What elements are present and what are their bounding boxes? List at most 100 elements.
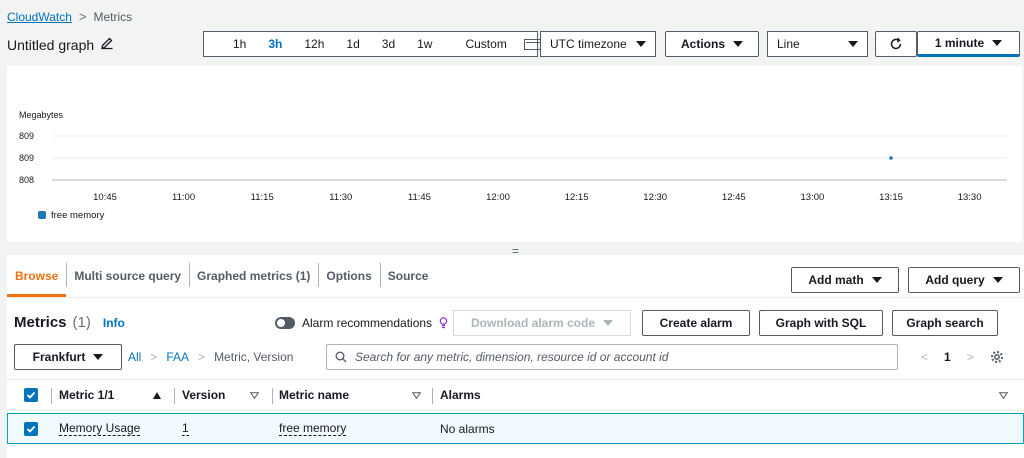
- nav-all-link[interactable]: All: [128, 350, 141, 364]
- table-row[interactable]: Memory Usage 1 free memory No alarms: [7, 413, 1024, 444]
- column-header-metric[interactable]: Metric 1/1: [59, 380, 114, 410]
- metrics-title: Metrics: [14, 314, 67, 331]
- column-divider: [432, 388, 433, 404]
- refresh-icon: [890, 37, 902, 50]
- sort-icon[interactable]: [412, 380, 421, 410]
- x-tick-label: 11:45: [408, 192, 431, 203]
- x-tick-label: 11:15: [251, 192, 274, 203]
- custom-label: Custom: [465, 37, 507, 51]
- tab-list: Browse Multi source query Graphed metric…: [7, 255, 436, 297]
- add-math-button[interactable]: Add math: [791, 267, 899, 293]
- chevron-right-icon[interactable]: >: [967, 350, 974, 364]
- x-tick-label: 12:15: [565, 192, 589, 203]
- time-range-1w[interactable]: 1w: [406, 37, 443, 51]
- download-alarm-code-label: Download alarm code: [470, 316, 596, 330]
- refresh-interval-select[interactable]: 1 minute: [917, 31, 1020, 57]
- add-math-label: Add math: [808, 273, 864, 287]
- column-header-metric-name[interactable]: Metric name: [279, 380, 349, 410]
- refresh-interval-value: 1 minute: [934, 36, 985, 50]
- tab-browse[interactable]: Browse: [7, 255, 67, 297]
- sort-icon[interactable]: [999, 380, 1008, 410]
- alarm-recommendations-label: Alarm recommendations: [302, 316, 433, 330]
- download-alarm-code-button[interactable]: Download alarm code: [453, 310, 631, 336]
- sort-ascending-icon[interactable]: [153, 380, 161, 410]
- create-alarm-button[interactable]: Create alarm: [642, 310, 750, 336]
- graph-search-button[interactable]: Graph search: [892, 310, 998, 336]
- time-range-1d[interactable]: 1d: [335, 37, 370, 51]
- timezone-select[interactable]: UTC timezone: [540, 31, 656, 57]
- time-range-3h[interactable]: 3h: [257, 37, 293, 51]
- alarm-recommendations-toggle[interactable]: Alarm recommendations: [275, 316, 448, 330]
- toggle-switch[interactable]: [275, 317, 295, 329]
- chevron-right-icon: >: [78, 9, 87, 24]
- column-divider: [174, 388, 175, 404]
- info-link[interactable]: Info: [103, 316, 125, 330]
- y-axis-label: Megabytes: [19, 110, 64, 120]
- graph-title-row: Untitled graph: [7, 36, 114, 53]
- add-query-button[interactable]: Add query: [908, 267, 1020, 293]
- x-tick-label: 13:30: [958, 192, 982, 203]
- time-range-12h[interactable]: 12h: [293, 37, 335, 51]
- legend-swatch: [38, 211, 46, 219]
- time-range-3d[interactable]: 3d: [371, 37, 406, 51]
- edit-pencil-icon[interactable]: [100, 36, 114, 53]
- nav-faa-link[interactable]: FAA: [166, 350, 189, 364]
- page-number[interactable]: 1: [944, 350, 951, 364]
- column-header-version[interactable]: Version: [182, 380, 225, 410]
- graph-with-sql-button[interactable]: Graph with SQL: [759, 310, 883, 336]
- actions-button[interactable]: Actions: [665, 31, 759, 57]
- caret-down-icon: [871, 277, 882, 283]
- namespace-breadcrumb: All > FAA > Metric, Version: [128, 350, 293, 364]
- pagination: < 1 >: [921, 350, 1004, 364]
- tab-divider: [7, 297, 1024, 298]
- tab-options[interactable]: Options: [318, 255, 379, 297]
- column-divider: [272, 388, 273, 404]
- check-icon: [26, 425, 36, 433]
- metric-chart: Megabytes 809 809 808 10:45 11:00 11:15 11:30 11…: [19, 110, 1007, 221]
- chevron-left-icon[interactable]: <: [921, 350, 928, 364]
- column-header-alarms[interactable]: Alarms: [440, 380, 481, 410]
- actions-label: Actions: [680, 37, 725, 51]
- x-tick-label: 12:30: [643, 192, 667, 203]
- y-tick-label: 809: [19, 153, 34, 163]
- region-select[interactable]: Frankfurt: [14, 344, 122, 370]
- x-tick-label: 11:00: [172, 192, 195, 203]
- data-point: [889, 156, 893, 160]
- row-metric[interactable]: Memory Usage: [59, 414, 141, 443]
- refresh-button[interactable]: [875, 31, 917, 57]
- row-checkbox[interactable]: [24, 414, 38, 443]
- row-version[interactable]: 1: [182, 414, 189, 443]
- chart-type-value: Line: [777, 37, 800, 51]
- x-tick-label: 12:45: [722, 192, 746, 203]
- chevron-right-icon: >: [150, 350, 158, 364]
- breadcrumb: CloudWatch > Metrics: [7, 9, 132, 24]
- tab-multi-source-query[interactable]: Multi source query: [66, 255, 189, 297]
- caret-down-icon: [992, 40, 1003, 46]
- tab-source[interactable]: Source: [379, 255, 437, 297]
- row-alarms: No alarms: [440, 421, 495, 436]
- time-range-selector: 1h 3h 12h 1d 3d 1w Custom: [203, 31, 548, 57]
- breadcrumb-cloudwatch-link[interactable]: CloudWatch: [7, 10, 72, 24]
- region-value: Frankfurt: [32, 350, 86, 364]
- nav-dimensions: Metric, Version: [214, 350, 294, 364]
- metrics-count: (1): [72, 314, 91, 331]
- check-icon: [26, 391, 36, 399]
- search-icon: [335, 351, 347, 363]
- y-tick-label: 809: [19, 131, 34, 141]
- tab-graphed-metrics[interactable]: Graphed metrics (1): [189, 255, 318, 297]
- row-metric-name[interactable]: free memory: [279, 414, 347, 443]
- add-query-label: Add query: [925, 273, 985, 287]
- row-version-text: 1: [182, 421, 189, 436]
- breadcrumb-current: Metrics: [93, 9, 133, 24]
- metric-search-input[interactable]: Search for any metric, dimension, resour…: [326, 344, 898, 370]
- settings-gear-icon[interactable]: [990, 350, 1004, 364]
- select-all-checkbox[interactable]: [24, 380, 38, 410]
- browse-panel: Browse Multi source query Graphed metric…: [7, 255, 1024, 458]
- chart-type-select[interactable]: Line: [767, 31, 868, 57]
- sort-icon[interactable]: [250, 380, 259, 410]
- time-range-1h[interactable]: 1h: [222, 37, 257, 51]
- metrics-table-header: Metric 1/1 Version Metric name Alarms: [7, 379, 1024, 411]
- x-tick-label: 12:00: [486, 192, 510, 203]
- search-placeholder: Search for any metric, dimension, resour…: [355, 350, 669, 364]
- lightbulb-icon: [439, 317, 448, 329]
